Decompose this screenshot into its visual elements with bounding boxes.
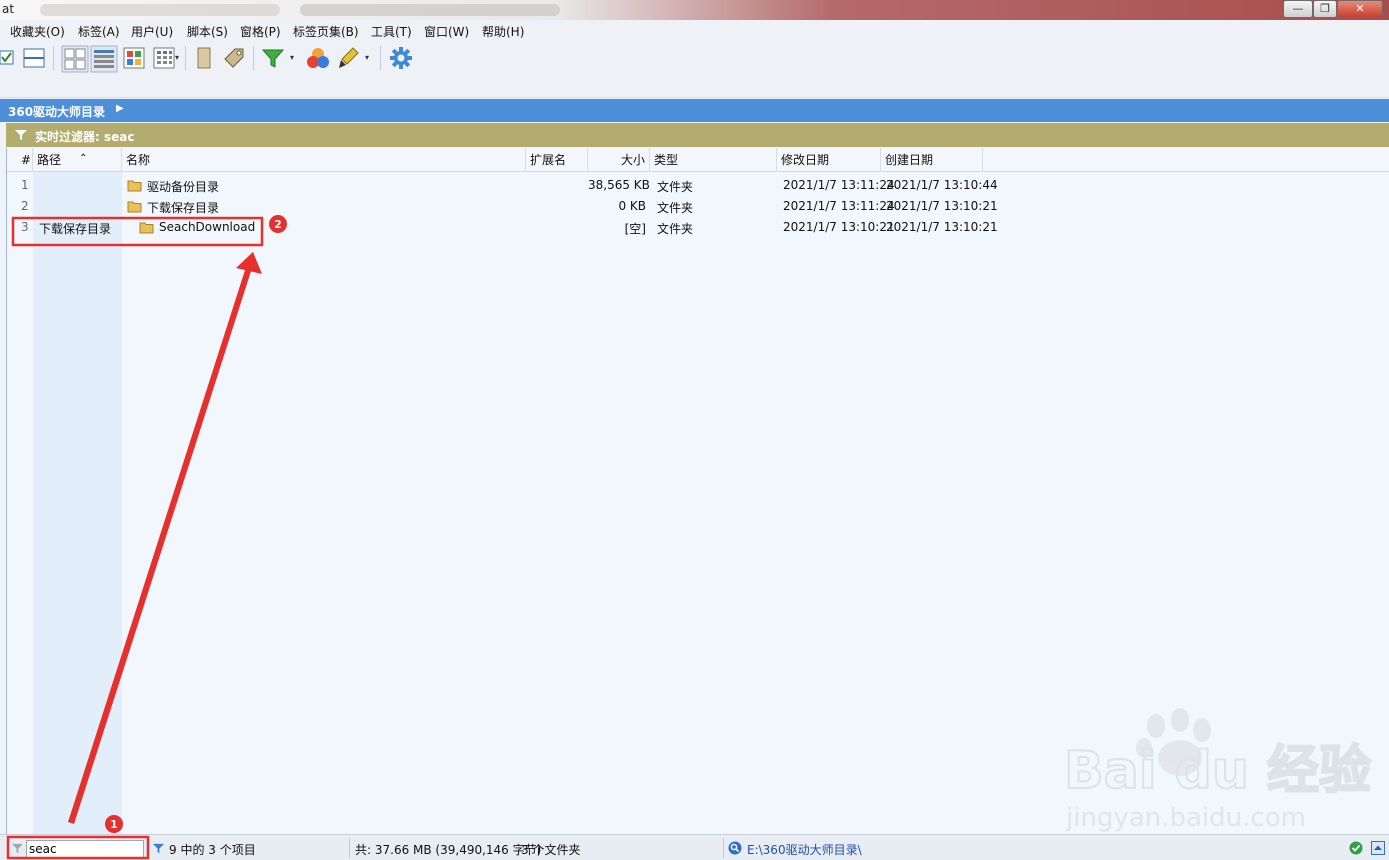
- menu-tabsets[interactable]: 标签页集(B): [293, 23, 359, 40]
- status-total-size: 共: 37.66 MB (39,490,146 字节): [355, 843, 542, 857]
- large-icons-view-icon[interactable]: [61, 45, 89, 73]
- table-row[interactable]: 2 下载保存目录 0 KB 文件夹 2021/1/7 13:11:24 2021…: [7, 196, 998, 217]
- status-bar: 9 中的 3 个项目 共: 37.66 MB (39,490,146 字节) 3…: [0, 834, 1389, 860]
- blurred-tab-region: [300, 4, 560, 16]
- preview-pane-icon[interactable]: [191, 45, 217, 71]
- menu-window[interactable]: 窗口(W): [424, 23, 469, 40]
- row-number: 2: [21, 199, 29, 213]
- baidu-jingyan-watermark: Bai du 经验 jingyan.baidu.com: [1063, 708, 1372, 833]
- column-type[interactable]: 类型: [650, 148, 777, 172]
- row-created: 2021/1/7 13:10:21: [886, 220, 998, 234]
- column-path-label: 路径: [37, 153, 62, 167]
- status-item-count: 9 中的 3 个项目: [169, 843, 256, 857]
- live-filter-input[interactable]: [26, 840, 144, 858]
- filter-dropdown-arrow[interactable]: ▾: [290, 53, 294, 62]
- menu-user[interactable]: 用户(U): [131, 23, 173, 40]
- row-modified: 2021/1/7 13:11:24: [783, 199, 895, 213]
- color-label-icon[interactable]: [305, 45, 331, 71]
- menu-tools[interactable]: 工具(T): [371, 23, 412, 40]
- close-button[interactable]: ✕: [1337, 0, 1383, 18]
- row-size: 0 KB: [618, 199, 646, 213]
- location-bar[interactable]: 360驱动大师目录 ▶: [0, 99, 1389, 122]
- sort-ascending-icon: ⌃: [79, 153, 88, 164]
- maximize-button[interactable]: ❐: [1313, 0, 1337, 18]
- thumbnails-view-icon[interactable]: [121, 45, 147, 71]
- column-created[interactable]: 创建日期: [881, 148, 983, 172]
- split-pane-icon[interactable]: [21, 45, 47, 71]
- brush-dropdown-arrow[interactable]: ▾: [365, 53, 369, 62]
- row-created: 2021/1/7 13:10:44: [886, 178, 998, 192]
- watermark-url: jingyan.baidu.com: [1065, 803, 1306, 833]
- row-number: 1: [21, 178, 29, 192]
- filter-icon: [15, 130, 27, 140]
- chevron-right-icon[interactable]: ▶: [116, 103, 124, 114]
- toolbar: ▾ ▾ ▾: [0, 40, 1389, 98]
- menu-pane[interactable]: 窗格(P): [240, 23, 281, 40]
- menu-help[interactable]: 帮助(H): [482, 23, 524, 40]
- blurred-title-region: [40, 4, 280, 16]
- path-column-background: [33, 172, 122, 834]
- column-header: # 路径 ⌃ 名称 扩展名 大小 类型 修改日期 创建日期: [7, 148, 1389, 172]
- row-size: [空]: [624, 222, 646, 236]
- toolbar-separator: [185, 46, 186, 70]
- check-status-icon: [1349, 841, 1363, 855]
- filter-icon: [11, 843, 24, 854]
- folder-icon: [139, 222, 154, 234]
- toolbar-separator: [53, 46, 54, 70]
- status-folder-count: 3 个文件夹: [521, 843, 581, 857]
- column-extension[interactable]: 扩展名: [526, 148, 588, 172]
- toolbar-separator: [253, 46, 254, 70]
- location-path[interactable]: 360驱动大师目录: [8, 103, 105, 120]
- live-filter-bar: 实时过滤器: seac: [6, 123, 1389, 147]
- row-name[interactable]: 下载保存目录: [147, 199, 219, 216]
- row-type: 文件夹: [657, 201, 694, 215]
- column-name[interactable]: 名称: [122, 148, 526, 172]
- settings-gear-icon[interactable]: [388, 45, 414, 71]
- tag-icon[interactable]: [221, 45, 247, 71]
- menu-script[interactable]: 脚本(S): [187, 23, 228, 40]
- row-size: 38,565 KB: [588, 178, 650, 192]
- folder-icon: [127, 201, 142, 213]
- row-created: 2021/1/7 13:10:21: [886, 199, 998, 213]
- status-separator: [723, 838, 724, 858]
- title-bar: at — ❐ ✕: [0, 0, 1389, 20]
- column-path[interactable]: 路径 ⌃: [33, 148, 122, 172]
- view-dropdown-arrow[interactable]: ▾: [175, 53, 179, 62]
- row-number: 3: [21, 220, 29, 234]
- list-view-icon[interactable]: [151, 45, 177, 71]
- filter-icon[interactable]: [152, 842, 165, 855]
- watermark-brand: Bai du 经验: [1064, 741, 1371, 801]
- details-view-icon[interactable]: [90, 45, 118, 73]
- window-title: at: [2, 2, 15, 16]
- row-type: 文件夹: [657, 222, 694, 236]
- row-modified: 2021/1/7 13:10:21: [783, 220, 895, 234]
- highlight-brush-icon[interactable]: [335, 45, 361, 71]
- status-path[interactable]: E:\360驱动大师目录\: [747, 841, 862, 858]
- collapse-up-icon[interactable]: [1371, 841, 1385, 855]
- row-path: 下载保存目录: [39, 222, 112, 236]
- table-row[interactable]: 3 下载保存目录 SeachDownload [空] 文件夹 2021/1/7 …: [7, 217, 998, 238]
- status-separator: [148, 838, 149, 858]
- column-size[interactable]: 大小: [588, 148, 650, 172]
- menu-favorites[interactable]: 收藏夹(O): [10, 23, 65, 40]
- row-type: 文件夹: [657, 180, 694, 194]
- status-separator: [349, 838, 350, 858]
- live-filter-label: 实时过滤器: seac: [35, 130, 135, 144]
- minimize-button[interactable]: —: [1283, 0, 1313, 18]
- column-number[interactable]: #: [7, 148, 33, 172]
- toolbar-separator: [380, 46, 381, 70]
- filter-icon[interactable]: [260, 45, 286, 71]
- row-name[interactable]: 驱动备份目录: [147, 178, 219, 195]
- column-modified[interactable]: 修改日期: [777, 148, 881, 172]
- folder-icon: [127, 180, 142, 192]
- search-icon[interactable]: [728, 841, 742, 855]
- menu-bar: 收藏夹(O) 标签(A) 用户(U) 脚本(S) 窗格(P) 标签页集(B) 工…: [0, 20, 1389, 40]
- menu-tabs[interactable]: 标签(A): [78, 23, 120, 40]
- checkbox-view-icon[interactable]: [0, 45, 20, 71]
- row-name[interactable]: SeachDownload: [159, 220, 255, 234]
- table-row[interactable]: 1 驱动备份目录 38,565 KB 文件夹 2021/1/7 13:11:24…: [7, 175, 998, 196]
- row-modified: 2021/1/7 13:11:24: [783, 178, 895, 192]
